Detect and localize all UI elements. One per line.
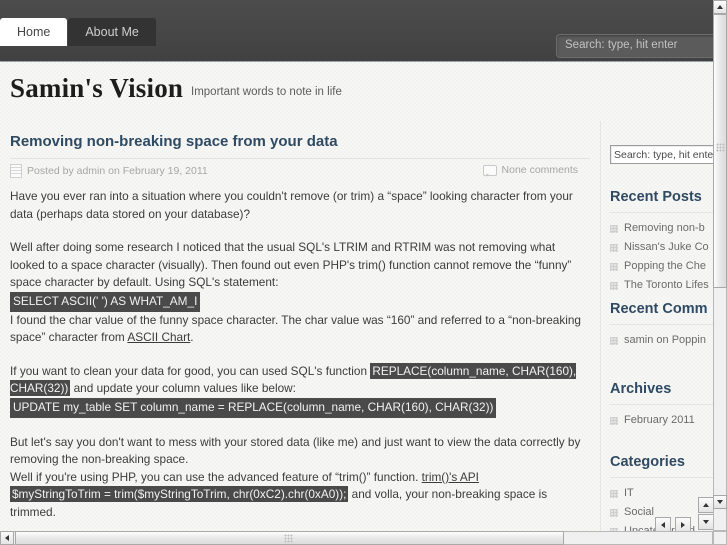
post-author-meta: Posted by admin on February 19, 2011: [10, 164, 208, 178]
post-comments-meta-label: None comments: [501, 164, 578, 176]
post-meta-row: Posted by admin on February 19, 2011 Non…: [10, 158, 590, 181]
paragraph-2-text: Well after doing some research I noticed…: [10, 240, 572, 290]
chevron-down-icon: [717, 500, 723, 504]
header-search-input[interactable]: Search: type, hit enter: [556, 34, 713, 58]
list-bullet-icon: [610, 224, 618, 233]
chevron-left-icon: [5, 535, 9, 541]
list-item-label: The Toronto Lifes: [624, 279, 709, 291]
sidebar-list-recent-comments: samin on Poppin: [610, 331, 713, 350]
post-comments-meta[interactable]: None comments: [482, 164, 578, 177]
sidebar-search-placeholder: Search: type, hit enter: [614, 149, 713, 161]
scroll-grip-icon: [716, 143, 725, 152]
sidebar-section-archives: Archives February 2011: [610, 381, 713, 430]
nav-tab-list: Home About Me: [0, 18, 156, 46]
trim-api-link[interactable]: trim()'s API: [422, 470, 479, 484]
code-snippet-1: SELECT ASCII(' ') AS WHAT_AM_I: [10, 291, 201, 312]
list-item-label: February 2011: [624, 414, 695, 426]
list-bullet-icon: [610, 243, 618, 252]
sidebar-heading-recent-posts: Recent Posts: [610, 189, 713, 213]
paragraph-3-text-b: .: [190, 330, 194, 345]
site-tagline: Important words to note in life: [191, 86, 342, 98]
site-title-band: Samin's Vision Important words to note i…: [0, 62, 713, 121]
nav-tab-about-me-label: About Me: [85, 25, 139, 39]
chevron-down-icon: [703, 520, 709, 524]
chevron-left-icon: [661, 522, 665, 528]
site-title: Samin's Vision: [10, 73, 184, 103]
nav-tab-home-label: Home: [17, 25, 51, 39]
list-item[interactable]: Nissan's Juke Co: [610, 238, 713, 257]
paragraph-4-text-b: and update your column values like below…: [70, 381, 296, 396]
ascii-chart-link[interactable]: ASCII Chart: [127, 330, 190, 344]
document-icon: [10, 164, 22, 178]
inner-horizontal-scrollbar[interactable]: [655, 517, 697, 531]
scroll-down-button[interactable]: [713, 495, 727, 509]
list-item-label: Popping the Che: [624, 260, 706, 272]
window-vertical-scrollbar[interactable]: [713, 0, 727, 531]
sidebar-section-recent-posts: Recent Posts Removing non-b Nissan's Juk…: [610, 189, 713, 295]
paragraph-6-text-a: Well if you're using PHP, you can use th…: [10, 469, 422, 484]
sidebar-heading-categories: Categories: [610, 454, 713, 478]
paragraph-3-text-a: I found the char value of the funny spac…: [10, 312, 581, 345]
post-content-column: Removing non-breaking space from your da…: [0, 121, 600, 531]
sidebar: Search: type, hit enter Recent Posts Rem…: [600, 121, 713, 531]
list-item[interactable]: The Toronto Lifes: [610, 276, 713, 295]
list-item[interactable]: samin on Poppin: [610, 331, 713, 350]
paragraph-4-text-a: If you want to clean your data for good,…: [10, 363, 371, 378]
paragraph-2: Well after doing some research I noticed…: [10, 239, 588, 347]
post-title[interactable]: Removing non-breaking space from your da…: [10, 133, 338, 150]
list-bullet-icon: [610, 262, 618, 271]
list-item-label: Removing non-b: [624, 222, 705, 234]
sidebar-heading-archives: Archives: [610, 381, 713, 405]
code-snippet-3: UPDATE my_table SET column_name = REPLAC…: [10, 397, 497, 418]
list-item[interactable]: February 2011: [610, 411, 713, 430]
post-body: Have you ever ran into a situation where…: [10, 188, 588, 531]
sidebar-list-archives: February 2011: [610, 411, 713, 430]
window-horizontal-scrollbar[interactable]: [0, 531, 713, 545]
header-search-placeholder: Search: type, hit enter: [565, 39, 678, 51]
paragraph-1: Have you ever ran into a situation where…: [10, 189, 573, 221]
chevron-right-icon: [681, 522, 685, 528]
scroll-left-button[interactable]: [0, 531, 14, 545]
list-bullet-icon: [610, 416, 618, 425]
inner-scroll-down-button[interactable]: [698, 514, 713, 530]
list-bullet-icon: [610, 489, 618, 498]
list-item[interactable]: Popping the Che: [610, 257, 713, 276]
inner-vertical-scrollbar[interactable]: [698, 497, 713, 531]
scroll-grip-icon: [284, 534, 293, 543]
nav-tab-home[interactable]: Home: [0, 18, 68, 46]
inner-scroll-right-button[interactable]: [675, 517, 691, 531]
scrollbar-corner: [713, 531, 727, 545]
horizontal-scroll-thumb[interactable]: [15, 531, 564, 545]
sidebar-heading-recent-comments: Recent Comm: [610, 301, 713, 325]
list-item[interactable]: Removing non-b: [610, 219, 713, 238]
paragraph-4: If you want to clean your data for good,…: [10, 362, 588, 418]
inner-scroll-left-button[interactable]: [655, 517, 671, 531]
scroll-up-button[interactable]: [713, 0, 727, 14]
list-item-label: IT: [624, 487, 634, 499]
site-navigation-bar: Home About Me Search: type, hit enter: [0, 0, 713, 62]
post-author-meta-label: Posted by admin on February 19, 2011: [27, 165, 208, 177]
comment-bubble-icon: [482, 164, 497, 177]
sidebar-section-recent-comments: Recent Comm samin on Poppin: [610, 301, 713, 350]
sidebar-search-input[interactable]: Search: type, hit enter: [610, 145, 713, 164]
list-bullet-icon: [610, 281, 618, 290]
vertical-scroll-thumb[interactable]: [713, 14, 727, 288]
paragraph-5: But let's say you don't want to mess wit…: [10, 434, 588, 522]
inner-scroll-up-button[interactable]: [698, 497, 713, 513]
list-bullet-icon: [610, 336, 618, 345]
list-item-label: Social: [624, 506, 654, 518]
list-item-label: samin on Poppin: [624, 334, 706, 346]
chevron-up-icon: [703, 503, 709, 507]
chevron-up-icon: [717, 5, 723, 9]
sidebar-list-recent-posts: Removing non-b Nissan's Juke Co Popping …: [610, 219, 713, 295]
paragraph-5-text: But let's say you don't want to mess wit…: [10, 434, 581, 467]
code-snippet-4: $myStringToTrim = trim($myStringToTrim, …: [10, 486, 349, 503]
list-item-label: Nissan's Juke Co: [624, 241, 709, 253]
browser-viewport: Home About Me Search: type, hit enter Sa…: [0, 0, 713, 531]
nav-tab-about-me[interactable]: About Me: [68, 18, 156, 46]
list-bullet-icon: [610, 508, 618, 517]
